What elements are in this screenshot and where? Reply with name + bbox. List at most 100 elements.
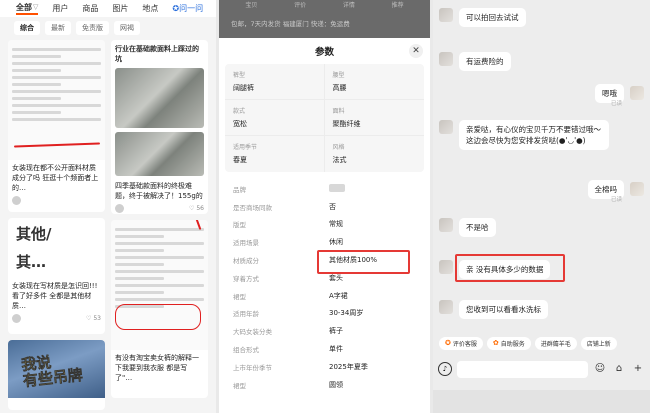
chat-panel: 可以拍回去试试 有运费险的 嗯哦 已读 亲爱哒，有心仪的宝贝千万不要错过哦～这边… (433, 0, 650, 413)
filter-free[interactable]: 免责版 (76, 21, 109, 35)
result-card[interactable]: 其他/ 其… 女装现在写材质是怎识回!!!看了好多件 全都是其他材质… ♡ 53 (8, 218, 105, 334)
param-value: A字裙 (329, 291, 348, 300)
param-cell: 款式 宽松 (225, 100, 325, 136)
plus-icon[interactable]: + (631, 362, 645, 376)
param-key: 适用场景 (233, 239, 259, 248)
param-label: 款式 (233, 108, 246, 115)
params-list: 品牌 是否商场同款否 版型 常规 适用场景 休闲 材质成分 其他材质100% 穿着方式… (219, 180, 430, 394)
product-tabs: 宝贝 评价 详情 推荐 (227, 0, 422, 9)
param-value: 常规 (329, 220, 343, 229)
material-highlight-box (317, 250, 410, 274)
card-title: 女装现在写材质是怎识回!!!看了好多件 全都是其他材质… (12, 282, 98, 310)
results-column-left: 女装现在都不公开面料材质成分了吗 狂逛十个频面者上的… 其他/ 其… 女装现在写… (8, 40, 105, 413)
chat-message: 有运费险的 (459, 52, 511, 71)
chat-input-bar: ♪ ☺ ⌂ + (433, 356, 650, 382)
chat-message: 可以拍回去试试 (459, 8, 526, 27)
sheet-header: 参数 ✕ (219, 38, 430, 64)
card-image (115, 132, 204, 176)
param-row: 大码女装分类 裤子 (225, 322, 424, 340)
self-service-button[interactable]: ✿ 自助服务 (486, 336, 531, 350)
param-row: 裙型 A字裙 (225, 287, 424, 305)
tab-ask[interactable]: ✪ 问一问 (172, 3, 203, 14)
avatar (630, 182, 644, 196)
emoji-icon[interactable]: ☺ (593, 362, 607, 376)
card-image (8, 40, 105, 160)
param-row: 是否商场同款 否 (225, 198, 424, 216)
rate-service-button[interactable]: ✪ 评价客服 (439, 336, 483, 350)
home-indicator-area (433, 390, 650, 413)
read-receipt: 已读 (610, 101, 622, 107)
product-params-panel: 宝贝 评价 详情 推荐 包邮，7天内发货 福建厦门 快递：免运费 参数 ✕ 裤型… (219, 0, 430, 413)
search-results-panel: 全部 ▽ 用户 商品 图片 地点 ✪ 问一问 综合 最新 免责版 网褐 女装现在… (0, 0, 216, 413)
filter-latest[interactable]: 最新 (45, 21, 71, 35)
result-card[interactable]: 有没有淘宝卖女裤的解释一下我要到我衣服 都是写了"… (111, 220, 208, 398)
card-meta (8, 196, 105, 209)
card-image-text: 我说 有些吊牌 (20, 353, 84, 391)
close-icon[interactable]: ✕ (409, 44, 423, 58)
avatar (115, 204, 124, 213)
service-icon: ✿ (492, 339, 499, 347)
card-title: 女装现在都不公开面料材质成分了吗 狂逛十个频面者上的… (12, 164, 99, 192)
param-value: 聚酯纤维 (332, 120, 361, 128)
sheet-title: 参数 (314, 47, 334, 58)
result-card[interactable]: 行业在基础款面料上踩过的坑 四季基础款面料的终极难题，终于被解决了！155g的 … (111, 40, 208, 214)
tab-products[interactable]: 商品 (82, 3, 98, 14)
voice-icon[interactable]: ♪ (438, 362, 452, 376)
avatar (439, 52, 453, 66)
tab-places[interactable]: 地点 (142, 3, 158, 14)
avatar (630, 86, 644, 100)
store-new-button[interactable]: 店铺上新 (580, 336, 617, 350)
message-input[interactable] (457, 360, 588, 378)
tab-all[interactable]: 全部 ▽ (16, 2, 39, 15)
avatar (439, 120, 453, 134)
card-image (111, 220, 208, 350)
star-icon: ✪ (445, 339, 451, 347)
result-card[interactable]: 女装现在都不公开面料材质成分了吗 狂逛十个频面者上的… (8, 40, 105, 212)
card-title: 四季基础款面料的终极难题，终于被解决了！155g的 (115, 182, 203, 200)
results-grid: 女装现在都不公开面料材质成分了吗 狂逛十个频面者上的… 其他/ 其… 女装现在写… (8, 40, 208, 413)
param-key: 上市年份季节 (233, 363, 272, 372)
param-value: 否 (329, 202, 336, 211)
param-value: 30-34周岁 (329, 309, 364, 318)
join-group-button[interactable]: 进群薅羊毛 (534, 336, 577, 350)
tab-details[interactable]: 详情 (343, 0, 355, 9)
avatar (12, 314, 21, 323)
param-value: 宽松 (233, 120, 247, 128)
card-image-text: 其… (16, 253, 47, 271)
tab-recommend[interactable]: 推荐 (392, 0, 404, 9)
param-key: 大码女装分类 (233, 328, 272, 337)
filter-icon[interactable]: ▽ (33, 2, 38, 13)
tab-reviews[interactable]: 评价 (294, 0, 306, 9)
results-column-right: 行业在基础款面料上踩过的坑 四季基础款面料的终极难题，终于被解决了！155g的 … (111, 40, 208, 413)
param-value: 高腰 (332, 84, 347, 92)
params-sheet: 参数 ✕ 裤型 阔腿裤 腰型 高腰 款式 宽松 面料 聚酯纤维 适用季节 春夏 风格 法式 … (219, 38, 430, 413)
param-value: 春夏 (233, 156, 247, 164)
brand-redacted (329, 183, 345, 192)
param-value: 阔腿裤 (233, 84, 254, 92)
param-value: 单件 (329, 345, 343, 354)
param-row: 上市年份季节 2025年夏季 (225, 358, 424, 376)
message-highlight-box (455, 254, 565, 282)
screenshot-collage: 全部 ▽ 用户 商品 图片 地点 ✪ 问一问 综合 最新 免责版 网褐 女装现在… (0, 0, 650, 413)
param-value: 套头 (329, 273, 343, 282)
shop-bag-icon[interactable]: ⌂ (612, 362, 626, 376)
product-header-dimmed: 宝贝 评价 详情 推荐 包邮，7天内发货 福建厦门 快递：免运费 (219, 0, 430, 38)
param-value: 休闲 (329, 238, 343, 247)
param-cell: 腰型 高腰 (324, 64, 424, 100)
tab-images[interactable]: 图片 (112, 3, 128, 14)
param-key: 材质成分 (233, 257, 259, 266)
param-key: 适用年龄 (233, 310, 259, 319)
param-row: 适用场景 休闲 (225, 233, 424, 251)
param-label: 风格 (332, 144, 345, 151)
chat-message: 亲爱哒，有心仪的宝贝千万不要错过哦～这边会尽快为您安排发货哒(●'◡'●) (459, 120, 609, 150)
card-image: 我说 有些吊牌 (8, 340, 105, 398)
param-value (329, 183, 345, 194)
result-card[interactable]: 我说 有些吊牌 (8, 340, 105, 410)
filter-other[interactable]: 网褐 (114, 21, 140, 35)
shipping-info: 包邮，7天内发货 福建厦门 快递：免运费 (231, 20, 350, 28)
tab-item[interactable]: 宝贝 (245, 0, 257, 9)
tab-users[interactable]: 用户 (52, 3, 68, 14)
param-value: 2025年夏季 (329, 362, 368, 371)
filter-comprehensive[interactable]: 综合 (14, 21, 40, 35)
heart-icon: ♡ (189, 205, 195, 212)
